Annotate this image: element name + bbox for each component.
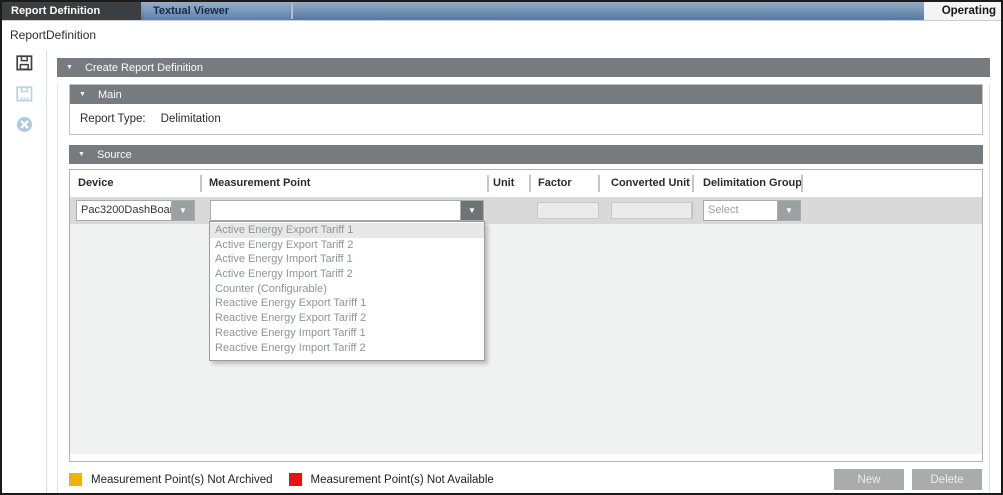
column-header-measurement-point: Measurement Point: [209, 170, 310, 197]
measurement-point-combobox[interactable]: ▼: [210, 200, 484, 221]
dropdown-option[interactable]: Active Energy Import Tariff 1: [210, 252, 484, 267]
dropdown-option[interactable]: Reactive Energy Export Tariff 1: [210, 296, 484, 311]
top-tab-bar: Report Definition Textual Viewer Operati…: [2, 2, 1001, 21]
new-button[interactable]: New: [834, 469, 904, 490]
dropdown-option[interactable]: Active Energy Export Tariff 2: [210, 238, 484, 253]
section-header-source[interactable]: ▼ Source: [69, 145, 983, 164]
dropdown-option[interactable]: Active Energy Import Tariff 2: [210, 267, 484, 282]
body: ▼ Create Report Definition ▼ Main Report…: [2, 50, 1001, 493]
delimitation-group-dropdown-button[interactable]: ▼: [777, 201, 800, 220]
dropdown-option[interactable]: Reactive Energy Export Tariff 2: [210, 311, 484, 326]
cancel-icon: [16, 116, 33, 138]
cancel-button[interactable]: [15, 118, 33, 136]
column-divider: [801, 175, 803, 192]
chevron-down-icon: ▼: [468, 206, 476, 215]
topbar-spacer: [293, 2, 924, 20]
section-title: Main: [98, 89, 122, 101]
left-toolbar: [2, 50, 47, 493]
collapse-triangle-icon: ▼: [66, 64, 73, 71]
column-header-factor: Factor: [538, 170, 572, 197]
collapse-triangle-icon: ▼: [78, 151, 85, 158]
operating-mode-label[interactable]: Operating: [924, 2, 1001, 20]
dropdown-option[interactable]: Active Energy Export Tariff 1: [210, 223, 484, 238]
save-as-button[interactable]: [15, 87, 33, 105]
not-archived-legend-label: Measurement Point(s) Not Archived: [91, 474, 273, 486]
save-icon: [16, 55, 33, 76]
section-title: Create Report Definition: [85, 62, 203, 74]
create-report-definition-panel: ▼ Main Report Type: Delimitation ▼ Sourc…: [57, 84, 990, 495]
column-header-device: Device: [78, 170, 113, 197]
table-empty-area: [70, 224, 982, 454]
dropdown-option[interactable]: Counter (Configurable): [210, 282, 484, 297]
device-dropdown-button[interactable]: ▼: [171, 201, 194, 220]
delete-button[interactable]: Delete: [912, 469, 982, 490]
chevron-down-icon: ▼: [179, 206, 187, 215]
chevron-down-icon: ▼: [785, 206, 793, 215]
tab-textual-viewer[interactable]: Textual Viewer: [144, 2, 289, 20]
factor-input[interactable]: [537, 202, 599, 219]
device-combobox[interactable]: Pac3200DashBoard ▼: [76, 200, 195, 221]
section-header-main[interactable]: ▼ Main: [70, 85, 982, 104]
source-table: Device Measurement Point Unit Factor Con…: [69, 169, 983, 462]
report-type-value: Delimitation: [161, 113, 221, 125]
save-as-icon: [16, 86, 33, 107]
column-divider: [487, 175, 489, 192]
converted-unit-input[interactable]: [611, 202, 692, 219]
column-divider: [200, 175, 202, 192]
column-divider: [692, 175, 694, 192]
section-header-create-report-definition[interactable]: ▼ Create Report Definition: [57, 58, 990, 77]
measurement-point-dropdown-button[interactable]: ▼: [460, 201, 483, 220]
not-available-color-swatch: [289, 473, 302, 486]
column-header-converted-unit: Converted Unit: [611, 170, 690, 197]
report-type-label: Report Type:: [80, 113, 146, 125]
column-header-delimitation-group: Delimitation Group: [703, 170, 802, 197]
dropdown-option[interactable]: Reactive Energy Import Tariff 2: [210, 341, 484, 356]
row-divider: [692, 202, 693, 219]
delimitation-group-combobox[interactable]: Select ▼: [703, 200, 801, 221]
not-available-legend-label: Measurement Point(s) Not Available: [311, 474, 494, 486]
measurement-point-value: [211, 201, 460, 220]
footer-row: Measurement Point(s) Not Archived Measur…: [69, 467, 982, 492]
save-button[interactable]: [15, 56, 33, 74]
section-title: Source: [97, 149, 132, 161]
dropdown-option[interactable]: Reactive Energy Import Tariff 1: [210, 326, 484, 341]
column-divider: [529, 175, 531, 192]
collapse-triangle-icon: ▼: [79, 91, 86, 98]
tab-report-definition[interactable]: Report Definition: [2, 2, 141, 20]
main-section: ▼ Main Report Type: Delimitation: [69, 84, 983, 135]
column-divider: [598, 175, 600, 192]
app-window: Report Definition Textual Viewer Operati…: [0, 0, 1003, 495]
delimitation-group-value: Select: [704, 201, 777, 220]
report-type-row: Report Type: Delimitation: [70, 104, 982, 134]
device-value: Pac3200DashBoard: [77, 201, 171, 220]
page-title: ReportDefinition: [2, 21, 1001, 50]
measurement-point-dropdown-list: Active Energy Export Tariff 1 Active Ene…: [209, 221, 485, 361]
table-row: Pac3200DashBoard ▼ ▼ Select ▼: [70, 197, 982, 224]
column-header-unit: Unit: [493, 170, 514, 197]
content-area: ▼ Create Report Definition ▼ Main Report…: [47, 50, 1001, 493]
not-archived-color-swatch: [69, 473, 82, 486]
